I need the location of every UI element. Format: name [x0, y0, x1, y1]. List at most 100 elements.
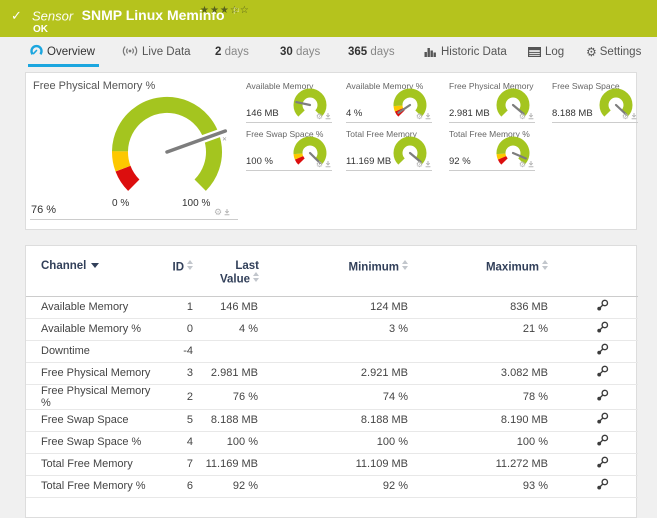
ok-check-icon: ✓	[11, 9, 22, 24]
channel-name[interactable]: Total Free Memory	[26, 453, 166, 476]
channel-minimum: 124 MB	[261, 296, 411, 319]
channel-name[interactable]: Available Memory	[26, 296, 166, 319]
table-row[interactable]: Available Memory % 0 4 % 3 % 21 %	[26, 318, 638, 341]
main-gauge-value: 76 %	[31, 204, 57, 216]
tab-live-data[interactable]: Live Data	[122, 37, 191, 67]
table-row[interactable]: Free Swap Space % 4 100 % 100 % 100 %	[26, 431, 638, 454]
table-row[interactable]: Total Free Memory % 6 92 % 92 % 93 %	[26, 475, 638, 498]
edit-channel-icon[interactable]	[596, 434, 609, 447]
channel-name[interactable]: Free Swap Space	[26, 409, 166, 432]
edit-channel-icon[interactable]	[596, 299, 609, 312]
table-row[interactable]: Available Memory 1 146 MB 124 MB 836 MB	[26, 296, 638, 319]
gear-icon[interactable]: ⚙	[316, 112, 323, 121]
edit-channel-icon[interactable]	[596, 321, 609, 334]
column-header-last-value[interactable]: Last Value	[196, 254, 261, 296]
tab-365-days-number: 365	[348, 46, 368, 58]
channel-name[interactable]: Available Memory %	[26, 318, 166, 341]
table-row[interactable]: Free Physical Memory % 2 76 % 74 % 78 %	[26, 384, 638, 410]
channel-maximum: 93 %	[411, 475, 551, 498]
gear-icon[interactable]: ⚙	[416, 112, 423, 121]
column-header-channel[interactable]: Channel	[26, 254, 166, 296]
channel-last-value: 76 %	[196, 384, 261, 410]
gear-icon[interactable]: ⚙	[316, 160, 323, 169]
channel-name[interactable]: Free Physical Memory	[26, 362, 166, 385]
active-tab-underline	[28, 64, 99, 67]
tab-365-days[interactable]: 365 days	[348, 37, 395, 67]
download-icon[interactable]	[527, 160, 535, 168]
channel-maximum: 100 %	[411, 431, 551, 454]
channel-id: 5	[166, 409, 196, 432]
divider	[30, 219, 238, 220]
tab-2-days[interactable]: 2 days	[215, 37, 249, 67]
download-icon[interactable]	[424, 160, 432, 168]
download-icon[interactable]	[527, 112, 535, 120]
download-icon[interactable]	[324, 160, 332, 168]
edit-channel-icon[interactable]	[596, 456, 609, 469]
download-icon[interactable]	[324, 112, 332, 120]
edit-channel-icon[interactable]	[596, 343, 609, 356]
tab-30-days[interactable]: 30 days	[280, 37, 320, 67]
gear-icon: ⚙	[586, 45, 597, 59]
table-row[interactable]: Downtime -4	[26, 340, 638, 363]
channel-name[interactable]: Downtime	[26, 340, 166, 363]
main-gauge-max-label: 100 %	[182, 198, 211, 209]
download-icon[interactable]	[223, 208, 231, 216]
channel-last-value: 2.981 MB	[196, 362, 261, 385]
mini-gauge-value: 4 %	[346, 108, 363, 119]
download-icon[interactable]	[424, 112, 432, 120]
edit-channel-icon[interactable]	[596, 478, 609, 491]
mini-gauge-total-free-memory: Total Free Memory 11.169 MB ⚙	[346, 129, 432, 171]
gear-icon[interactable]: ⚙	[519, 160, 526, 169]
mini-gauge-value: 8.188 MB	[552, 108, 593, 119]
channel-last-value: 100 %	[196, 431, 261, 454]
download-icon[interactable]	[630, 112, 638, 120]
column-header-minimum[interactable]: Minimum	[261, 254, 411, 296]
channel-maximum	[411, 340, 551, 363]
stars-filled: ★★★	[200, 5, 230, 16]
table-row[interactable]: Free Physical Memory 3 2.981 MB 2.921 MB…	[26, 362, 638, 385]
channel-last-value: 4 %	[196, 318, 261, 341]
channel-name[interactable]: Free Swap Space %	[26, 431, 166, 454]
channel-id: 6	[166, 475, 196, 498]
channel-last-value: 92 %	[196, 475, 261, 498]
tab-30-days-label: days	[296, 46, 321, 58]
channel-maximum: 8.190 MB	[411, 409, 551, 432]
main-gauge-min-label: 0 %	[112, 198, 130, 209]
priority-stars[interactable]: ★★★☆☆	[200, 5, 250, 16]
tab-historic-data[interactable]: Historic Data	[424, 37, 507, 67]
gauge-marker-icon: ✕	[222, 136, 228, 143]
table-row[interactable]: Total Free Memory 7 11.169 MB 11.109 MB …	[26, 453, 638, 476]
channel-name[interactable]: Free Physical Memory %	[26, 384, 166, 410]
gear-icon[interactable]: ⚙	[416, 160, 423, 169]
main-gauge-chart[interactable]	[97, 82, 237, 197]
edit-channel-icon[interactable]	[596, 389, 609, 402]
log-icon	[528, 47, 542, 58]
mini-gauge-value: 2.981 MB	[449, 108, 490, 119]
tab-log[interactable]: Log	[528, 37, 564, 67]
mini-gauge-free-swap-space-pct: Free Swap Space % 100 % ⚙	[246, 129, 332, 171]
channel-id: 2	[166, 384, 196, 410]
mini-gauge-value: 100 %	[246, 156, 273, 167]
gear-icon[interactable]: ⚙	[622, 112, 629, 121]
broadcast-icon	[122, 46, 138, 56]
tab-settings[interactable]: ⚙ Settings	[586, 37, 641, 67]
tab-live-data-label: Live Data	[142, 46, 191, 58]
mini-gauge-value: 92 %	[449, 156, 471, 167]
column-header-maximum[interactable]: Maximum	[411, 254, 551, 296]
channel-minimum: 3 %	[261, 318, 411, 341]
edit-channel-icon[interactable]	[596, 365, 609, 378]
channel-minimum: 8.188 MB	[261, 409, 411, 432]
column-header-id[interactable]: ID	[166, 254, 196, 296]
mini-gauge-total-free-memory-pct: Total Free Memory % 92 % ⚙	[449, 129, 535, 171]
sort-icon	[402, 260, 408, 270]
edit-channel-icon[interactable]	[596, 412, 609, 425]
table-row[interactable]: Free Swap Space 5 8.188 MB 8.188 MB 8.19…	[26, 409, 638, 432]
channel-name[interactable]: Total Free Memory %	[26, 475, 166, 498]
channel-minimum: 92 %	[261, 475, 411, 498]
gear-icon[interactable]: ⚙	[214, 208, 222, 218]
gear-icon[interactable]: ⚙	[519, 112, 526, 121]
main-gauge-actions: ⚙	[214, 207, 231, 218]
bar-chart-icon	[424, 48, 436, 57]
tab-overview[interactable]: Overview	[28, 37, 99, 67]
gauges-panel: Free Physical Memory % ✕ 0 % 100 % 76 % …	[25, 72, 638, 230]
